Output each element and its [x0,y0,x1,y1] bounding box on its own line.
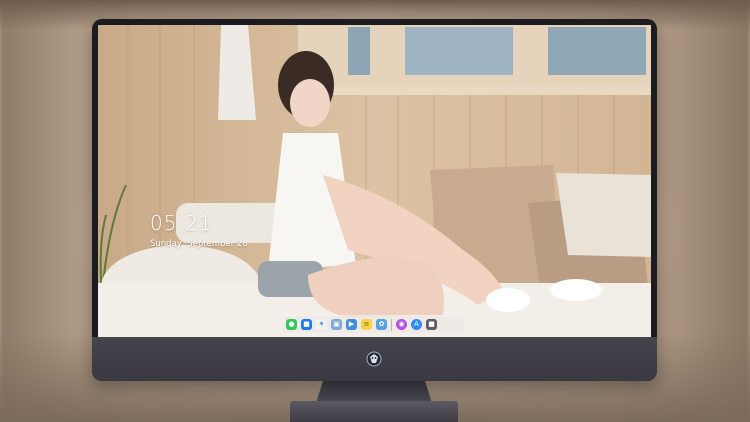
messages-icon[interactable]: ● [286,319,297,330]
podcasts-icon[interactable]: ◉ [396,319,407,330]
dock: ● ■ ✶ ▣ ▶ ≡ ✿ ◉ A ■ [281,315,465,334]
safari-icon[interactable]: ✶ [316,319,327,330]
monitor-screen[interactable]: 05:21 Sunday, September 28 ● ■ ✶ ▣ ▶ ≡ ✿ ◉ A ■ [98,25,651,337]
photos-icon[interactable]: ✿ [376,319,387,330]
monitor-stand-neck [316,381,432,403]
dock-separator [391,318,392,331]
finder-icon[interactable]: ■ [301,319,312,330]
lock-screen-time: 05:21 [150,211,213,235]
monitor-stand-base [290,401,458,422]
camera-icon[interactable]: ■ [426,319,437,330]
app-store-icon[interactable]: A [411,319,422,330]
wallpaper [98,25,651,337]
lock-screen-date: Sunday, September 28 [150,239,248,249]
brand-logo-icon [366,351,382,367]
clapper-icon[interactable]: ▶ [346,319,357,330]
preview-icon[interactable]: ▣ [331,319,342,330]
notes-icon[interactable]: ≡ [361,319,372,330]
